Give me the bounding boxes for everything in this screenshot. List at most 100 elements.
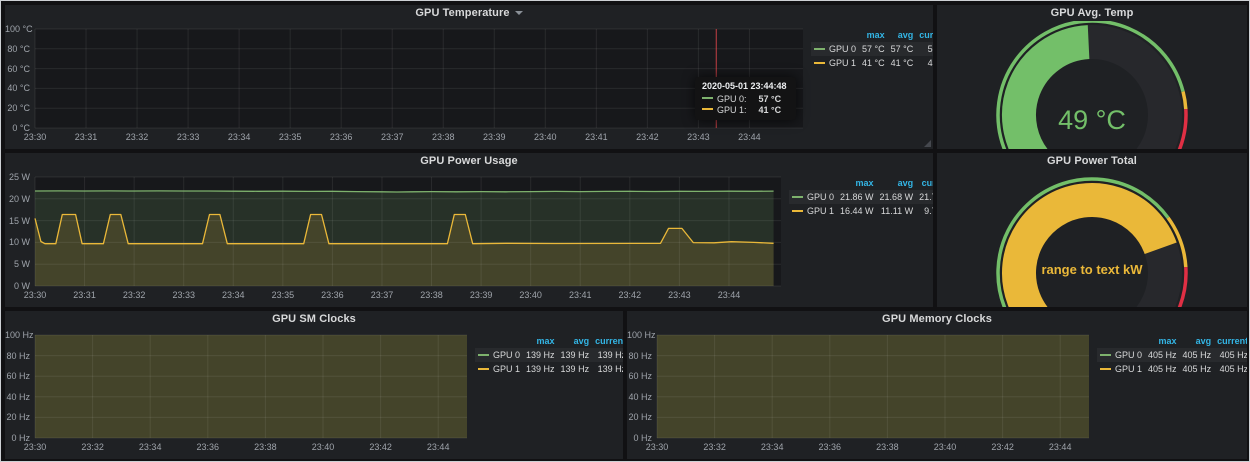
- panel-title-gpu-power-usage[interactable]: GPU Power Usage: [5, 153, 933, 169]
- x-axis-tick-label: 23:42: [991, 442, 1014, 452]
- y-axis-tick-label: 40 Hz: [627, 392, 652, 402]
- legend-series-name[interactable]: GPU 0: [811, 42, 859, 56]
- legend-series-name[interactable]: GPU 0: [789, 190, 837, 204]
- legend-row: GPU 0405 Hz405 Hz405 Hz: [1097, 348, 1247, 362]
- legend-value: 139 Hz: [558, 362, 593, 376]
- x-axis-tick-label: 23:44: [427, 442, 450, 452]
- panel-title-gpu-avg-temp[interactable]: GPU Avg. Temp: [937, 5, 1247, 21]
- gpu-temperature-chart[interactable]: 2020-05-01 23:44:48 GPU 0: 57 °C GPU 1: …: [5, 21, 809, 149]
- x-axis-tick-label: 23:42: [619, 290, 642, 300]
- x-axis-tick-label: 23:31: [75, 132, 98, 142]
- series-dash-icon: [702, 108, 713, 110]
- x-axis-tick-label: 23:39: [483, 132, 506, 142]
- panel-title-text: GPU Avg. Temp: [1051, 7, 1134, 19]
- y-axis-tick-label: 20 Hz: [5, 412, 30, 422]
- legend-value: 139 Hz: [523, 362, 558, 376]
- legend-column-header: avg: [888, 29, 917, 42]
- legend-value: 405 Hz: [1180, 348, 1215, 362]
- series-dash-icon: [1100, 368, 1111, 370]
- panel-title-gpu-sm-clocks[interactable]: GPU SM Clocks: [5, 311, 623, 327]
- legend-value: 16.44 W: [837, 204, 877, 218]
- x-axis-tick-label: 23:31: [73, 290, 96, 300]
- gpu-memory-clocks-chart[interactable]: 0 Hz20 Hz40 Hz60 Hz80 Hz100 Hz23:3023:32…: [627, 327, 1095, 459]
- legend-gpu-sm-clocks: maxavgcurrentGPU 0139 Hz139 Hz139 HzGPU …: [473, 327, 623, 459]
- gpu-sm-clocks-chart[interactable]: 0 Hz20 Hz40 Hz60 Hz80 Hz100 Hz23:3023:32…: [5, 327, 473, 459]
- legend-column-header: max: [523, 335, 558, 348]
- legend-series-name[interactable]: GPU 1: [1097, 362, 1145, 376]
- panel-gpu-power-total: GPU Power Total range to text kW: [937, 153, 1247, 307]
- panel-title-gpu-temperature[interactable]: GPU Temperature: [5, 5, 933, 21]
- x-axis-tick-label: 23:37: [381, 132, 404, 142]
- legend-gpu-power-usage: maxavgcurrentGPU 021.86 W21.68 W21.77 WG…: [787, 169, 933, 307]
- legend-row: GPU 1405 Hz405 Hz405 Hz: [1097, 362, 1247, 376]
- series-dash-icon: [1100, 354, 1111, 356]
- legend-gpu-temperature: maxavgcurrentGPU 057 °C57 °C57 °CGPU 141…: [809, 21, 933, 149]
- legend-value: 57 °C: [888, 42, 917, 56]
- x-axis-tick-label: 23:35: [279, 132, 302, 142]
- panel-resize-handle[interactable]: [924, 140, 931, 147]
- y-axis-tick-label: 25 W: [5, 172, 30, 182]
- legend-value: 405 Hz: [1145, 348, 1180, 362]
- legend-column-header: max: [1145, 335, 1180, 348]
- legend-column-header: current: [916, 29, 933, 42]
- gpu-power-usage-chart[interactable]: 0 W5 W10 W15 W20 W25 W23:3023:3123:3223:…: [5, 169, 787, 307]
- series-dash-icon: [792, 196, 803, 198]
- panel-title-text: GPU Power Total: [1047, 155, 1137, 167]
- legend-series-name[interactable]: GPU 1: [475, 362, 523, 376]
- legend-column-header: max: [837, 177, 877, 190]
- y-axis-tick-label: 80 °C: [5, 44, 30, 54]
- y-axis-tick-label: 100 °C: [5, 24, 30, 34]
- series-dash-icon: [814, 62, 825, 64]
- panel-title-text: GPU Memory Clocks: [882, 313, 992, 325]
- x-axis-tick-label: 23:36: [197, 442, 220, 452]
- x-axis-tick-label: 23:30: [24, 442, 47, 452]
- legend-value: 41 °C: [859, 56, 888, 70]
- gauge-value-text: range to text kW: [1041, 262, 1143, 277]
- x-axis-tick-label: 23:44: [1049, 442, 1072, 452]
- panel-gpu-sm-clocks: GPU SM Clocks 0 Hz20 Hz40 Hz60 Hz80 Hz10…: [5, 311, 623, 459]
- legend-value: 139 Hz: [592, 362, 623, 376]
- x-axis-tick-label: 23:38: [876, 442, 899, 452]
- legend-gpu-memory-clocks: maxavgcurrentGPU 0405 Hz405 Hz405 HzGPU …: [1095, 327, 1247, 459]
- legend-column-header: current: [1214, 335, 1247, 348]
- legend-series-name[interactable]: GPU 1: [811, 56, 859, 70]
- legend-column-header: current: [916, 177, 933, 190]
- x-axis-tick-label: 23:36: [819, 442, 842, 452]
- panel-title-gpu-power-total[interactable]: GPU Power Total: [937, 153, 1247, 169]
- tooltip-series-value: 57 °C: [759, 94, 782, 104]
- panel-title-text: GPU SM Clocks: [272, 313, 356, 325]
- x-axis-tick-label: 23:30: [24, 132, 47, 142]
- x-axis-tick-label: 23:32: [126, 132, 149, 142]
- tooltip-row: GPU 1: 41 °C: [702, 105, 787, 115]
- legend-series-name[interactable]: GPU 0: [1097, 348, 1145, 362]
- legend-series-name[interactable]: GPU 0: [475, 348, 523, 362]
- legend-value: 139 Hz: [592, 348, 623, 362]
- y-axis-tick-label: 80 Hz: [627, 351, 652, 361]
- tooltip-series-value: 41 °C: [759, 105, 782, 115]
- series-dash-icon: [814, 48, 825, 50]
- y-axis-tick-label: 60 °C: [5, 64, 30, 74]
- legend-row: GPU 057 °C57 °C57 °C: [811, 42, 933, 56]
- panel-title-gpu-memory-clocks[interactable]: GPU Memory Clocks: [627, 311, 1247, 327]
- panel-menu-caret-icon: [515, 11, 523, 15]
- legend-series-name[interactable]: GPU 1: [789, 204, 837, 218]
- legend-row: GPU 141 °C41 °C41 °C: [811, 56, 933, 70]
- series-dash-icon: [702, 97, 713, 99]
- x-axis-tick-label: 23:33: [172, 290, 195, 300]
- x-axis-tick-label: 23:33: [177, 132, 200, 142]
- legend-value: 21.86 W: [837, 190, 877, 204]
- x-axis-tick-label: 23:36: [330, 132, 353, 142]
- y-axis-tick-label: 20 W: [5, 194, 30, 204]
- y-axis-tick-label: 5 W: [5, 259, 30, 269]
- panel-gpu-avg-temp: GPU Avg. Temp 49 °C: [937, 5, 1247, 149]
- x-axis-tick-label: 23:38: [254, 442, 277, 452]
- x-axis-tick-label: 23:42: [369, 442, 392, 452]
- x-axis-tick-label: 23:36: [321, 290, 344, 300]
- legend-value: 405 Hz: [1214, 362, 1247, 376]
- legend-column-header: avg: [877, 177, 917, 190]
- gpu-avg-temp-gauge: 49 °C: [937, 21, 1247, 149]
- legend-value: 21.68 W: [877, 190, 917, 204]
- legend-value: 139 Hz: [558, 348, 593, 362]
- x-axis-tick-label: 23:41: [569, 290, 592, 300]
- x-axis-tick-label: 23:44: [718, 290, 741, 300]
